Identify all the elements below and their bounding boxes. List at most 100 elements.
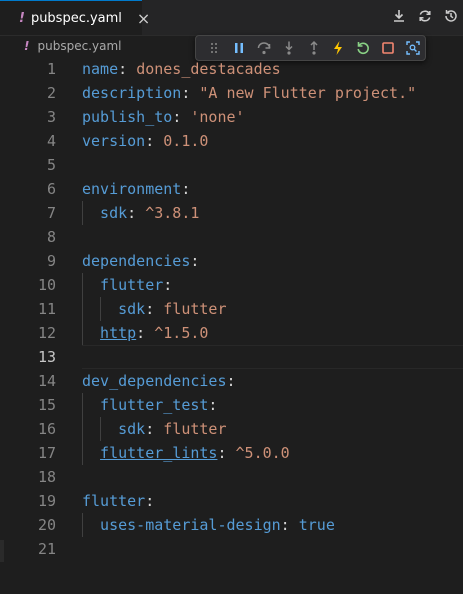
- code-line[interactable]: 5: [0, 153, 463, 177]
- code-line[interactable]: 10 flutter:: [0, 273, 463, 297]
- breadcrumb-file[interactable]: pubspec.yaml: [37, 39, 121, 53]
- pause-icon[interactable]: [227, 37, 252, 59]
- line-number: 15: [37, 396, 56, 414]
- yaml-key: sdk: [100, 204, 128, 222]
- tab-pubspec[interactable]: ! pubspec.yaml ×: [0, 0, 150, 35]
- line-number: 18: [37, 468, 56, 486]
- line-number: 11: [37, 300, 56, 318]
- indent-guide: [82, 441, 83, 465]
- code-line[interactable]: 16 sdk: flutter: [0, 417, 463, 441]
- code-text: sdk: flutter: [118, 417, 226, 441]
- restart-icon[interactable]: [351, 37, 376, 59]
- code-text: http: ^1.5.0: [100, 321, 208, 345]
- code-line[interactable]: 11 sdk: flutter: [0, 297, 463, 321]
- yaml-key: flutter: [82, 492, 146, 510]
- code-line[interactable]: 2 description: "A new Flutter project.": [0, 81, 463, 105]
- yaml-punctuation: :: [163, 276, 173, 294]
- sync-icon[interactable]: [417, 8, 433, 28]
- yaml-value: flutter: [163, 300, 227, 318]
- yaml-key: uses-material-design: [100, 516, 281, 534]
- code-text: uses-material-design: true: [100, 513, 335, 537]
- code-line[interactable]: 7 sdk: ^3.8.1: [0, 201, 463, 225]
- history-icon[interactable]: [443, 8, 459, 28]
- code-line[interactable]: 13: [0, 345, 463, 369]
- yaml-value: 'none': [190, 108, 245, 126]
- code-text: flutter:: [100, 273, 172, 297]
- code-text: flutter:: [82, 489, 154, 513]
- code-line[interactable]: 15 flutter_test:: [0, 393, 463, 417]
- yaml-key: http: [100, 324, 137, 342]
- yaml-punctuation: :: [190, 252, 200, 270]
- step-out-icon[interactable]: [301, 37, 326, 59]
- yaml-key: flutter_test: [100, 396, 209, 414]
- yaml-value: flutter: [163, 420, 227, 438]
- code-line[interactable]: 18: [0, 465, 463, 489]
- current-line-highlight: [82, 345, 463, 369]
- tab-label: pubspec.yaml: [30, 10, 122, 26]
- code-line[interactable]: 17 flutter_lints: ^5.0.0: [0, 441, 463, 465]
- close-icon[interactable]: ×: [137, 9, 150, 28]
- yaml-key: version: [82, 132, 146, 150]
- inspect-widget-icon[interactable]: [400, 37, 425, 59]
- code-line[interactable]: 3 publish_to: 'none': [0, 105, 463, 129]
- indent-guide: [82, 273, 83, 297]
- code-line[interactable]: 9 dependencies:: [0, 249, 463, 273]
- yaml-punctuation: :: [145, 300, 164, 318]
- code-editor[interactable]: 1 name: dones_destacades 2 description: "A …: [0, 57, 463, 594]
- step-over-icon[interactable]: [252, 37, 277, 59]
- yaml-punctuation: :: [181, 180, 191, 198]
- line-number: 7: [46, 204, 56, 222]
- yaml-value: ^3.8.1: [145, 204, 200, 222]
- code-text: publish_to: 'none': [82, 105, 245, 129]
- code-text: version: 0.1.0: [82, 129, 208, 153]
- indent-guide: [82, 417, 83, 441]
- code-line[interactable]: 20 uses-material-design: true: [0, 513, 463, 537]
- yaml-punctuation: :: [145, 132, 164, 150]
- yaml-key: dependencies: [82, 252, 191, 270]
- indent-guide: [100, 297, 102, 321]
- code-line[interactable]: 4 version: 0.1.0: [0, 129, 463, 153]
- yaml-key: environment: [82, 180, 182, 198]
- tab-bar: ! pubspec.yaml ×: [0, 0, 463, 36]
- stop-icon[interactable]: [375, 37, 400, 59]
- code-line[interactable]: 6 environment:: [0, 177, 463, 201]
- line-number: 4: [46, 132, 56, 150]
- step-into-icon[interactable]: [276, 37, 301, 59]
- indent-guide: [82, 513, 83, 537]
- yaml-punctuation: :: [118, 60, 137, 78]
- yaml-punctuation: :: [145, 492, 155, 510]
- yaml-file-icon: !: [19, 10, 25, 26]
- code-line[interactable]: 12 http: ^1.5.0: [0, 321, 463, 345]
- yaml-punctuation: :: [181, 84, 200, 102]
- code-line[interactable]: 1 name: dones_destacades: [0, 57, 463, 81]
- code-line[interactable]: 21: [0, 537, 463, 561]
- line-number: 17: [37, 444, 56, 462]
- line-number: 14: [37, 372, 56, 390]
- yaml-key: name: [82, 60, 119, 78]
- yaml-file-icon: !: [24, 39, 30, 53]
- drag-grip-icon[interactable]: [202, 37, 227, 59]
- yaml-key: flutter_lints: [100, 444, 218, 462]
- code-text: dev_dependencies:: [82, 369, 236, 393]
- download-icon[interactable]: [391, 8, 407, 28]
- yaml-value: ^5.0.0: [235, 444, 290, 462]
- code-text: flutter_test:: [100, 393, 217, 417]
- hot-reload-icon[interactable]: [326, 37, 351, 59]
- code-text: name: dones_destacades: [82, 57, 281, 81]
- code-line[interactable]: 19 flutter:: [0, 489, 463, 513]
- yaml-value: ^1.5.0: [154, 324, 209, 342]
- yaml-punctuation: :: [208, 396, 218, 414]
- code-text: description: "A new Flutter project.": [82, 81, 416, 105]
- yaml-punctuation: :: [217, 444, 236, 462]
- yaml-key: dev_dependencies: [82, 372, 227, 390]
- code-line[interactable]: 14 dev_dependencies:: [0, 369, 463, 393]
- yaml-value: 0.1.0: [163, 132, 209, 150]
- line-number: 20: [37, 516, 56, 534]
- code-line[interactable]: 8: [0, 225, 463, 249]
- line-number: 16: [37, 420, 56, 438]
- yaml-punctuation: :: [145, 420, 164, 438]
- yaml-punctuation: :: [127, 204, 146, 222]
- line-number: 2: [46, 84, 56, 102]
- yaml-key: description: [82, 84, 182, 102]
- code-text: flutter_lints: ^5.0.0: [100, 441, 290, 465]
